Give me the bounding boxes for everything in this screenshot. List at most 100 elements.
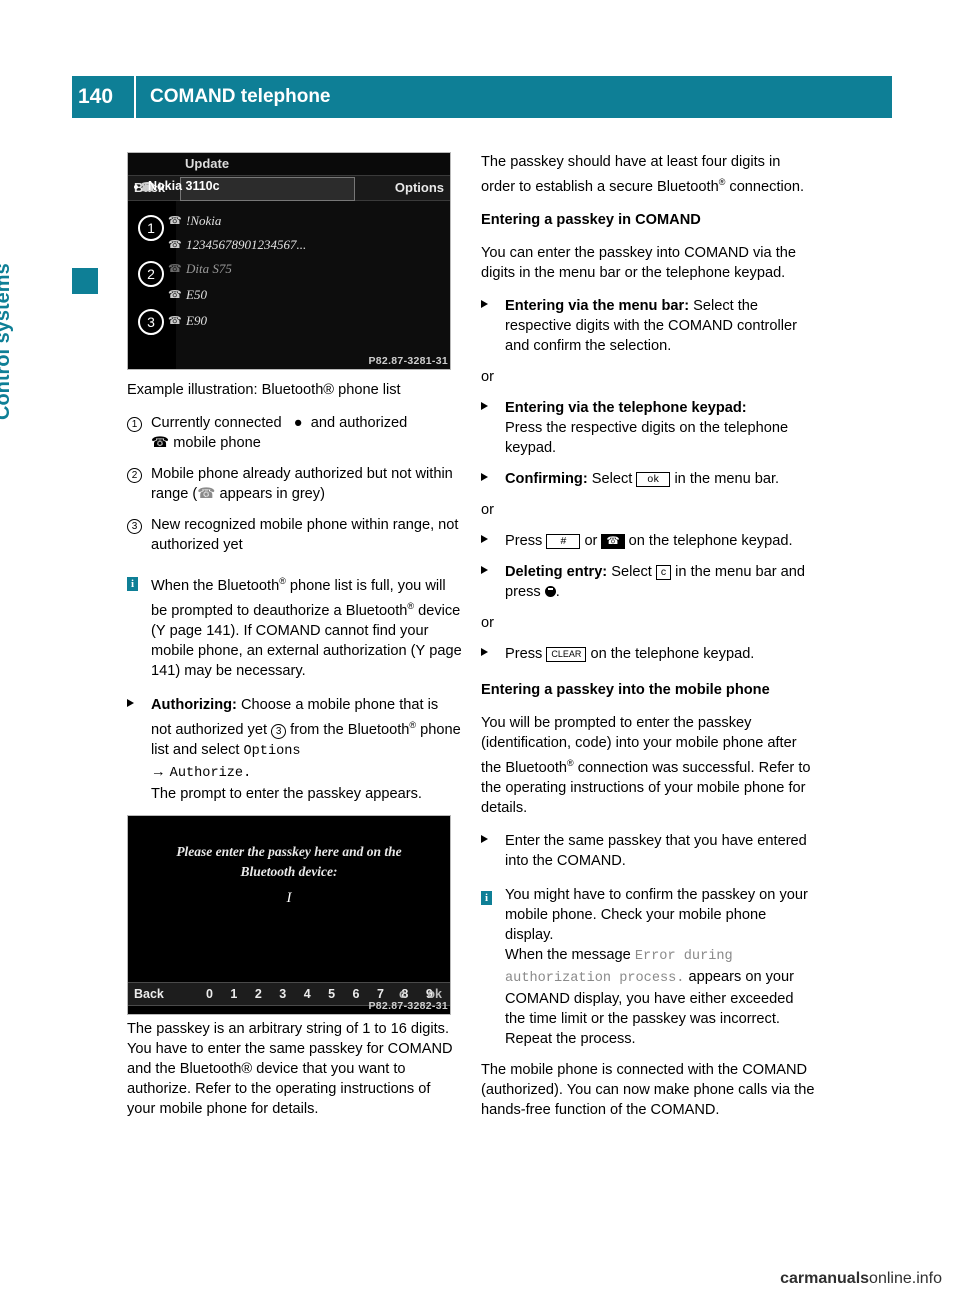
connected-dot-icon: ● bbox=[293, 415, 303, 431]
step-confirming-text: Confirming: Select ok in the menu bar. bbox=[505, 470, 780, 487]
figure-code: P82.87-3282-31 bbox=[368, 999, 448, 1012]
phone-list-item: ☎ E90 bbox=[168, 313, 207, 328]
info-icon: i bbox=[127, 571, 151, 681]
registered-mark: ® bbox=[409, 719, 417, 730]
or-separator: or bbox=[481, 614, 494, 631]
step-authorizing: Authorizing: Choose a mobile phone that … bbox=[127, 695, 462, 804]
legend-item-2: 2 Mobile phone already authorized but no… bbox=[127, 464, 462, 504]
bullet-triangle-icon bbox=[481, 562, 505, 602]
paragraph-connected: The mobile phone is connected with the C… bbox=[481, 1061, 815, 1118]
step-entering-menu-bar-text: Entering via the menu bar: Select the re… bbox=[505, 297, 797, 354]
note-block-1: i When the Bluetooth® phone list is full… bbox=[127, 571, 462, 681]
phone-list-item: ☎ !Nokia bbox=[168, 213, 222, 228]
call-key-icon: ☎ bbox=[601, 533, 625, 549]
bullet-triangle-icon bbox=[481, 296, 505, 356]
step-result-text: The prompt to enter the passkey appears. bbox=[151, 785, 422, 802]
step-press-hash: Press # or ☎ on the telephone keypad. bbox=[481, 531, 816, 551]
page-number: 140 bbox=[78, 85, 114, 108]
page-ref-icon: Y bbox=[415, 642, 426, 659]
step-press-clear: Press CLEAR on the telephone keypad. bbox=[481, 644, 816, 664]
phone-icon: ☎ bbox=[151, 435, 170, 451]
error-message-line1: Error during bbox=[634, 948, 733, 964]
legend-item-3: 3 New recognized mobile phone within ran… bbox=[127, 515, 462, 555]
heading-entering-passkey-mobile: Entering a passkey into the mobile phone bbox=[481, 681, 770, 698]
callout-ref-3: 3 bbox=[271, 723, 287, 739]
legend-item-1: 1 Currently connected ● and authorized ☎… bbox=[127, 413, 462, 453]
bullet-triangle-icon bbox=[481, 831, 505, 871]
callout-3: 3 bbox=[138, 309, 164, 335]
hash-key-icon: # bbox=[546, 533, 581, 549]
arrow-icon: → bbox=[151, 763, 166, 780]
paragraph-enter-passkey: You can enter the passkey into COMAND vi… bbox=[481, 244, 797, 281]
section-marker bbox=[72, 268, 98, 294]
watermark-bold: carmanuals bbox=[780, 1270, 870, 1287]
intro-paragraph: The passkey should have at least four di… bbox=[481, 154, 805, 195]
note-text-2: You might have to confirm the passkey on… bbox=[505, 886, 808, 1047]
bullet-triangle-icon bbox=[481, 469, 505, 489]
phone-small-icon: ☎ bbox=[168, 215, 182, 227]
registered-mark: ® bbox=[567, 757, 574, 768]
bullet-triangle-icon bbox=[481, 531, 505, 551]
connected-dot-icon bbox=[134, 185, 138, 189]
watermark: carmanualsonline.info bbox=[780, 1270, 942, 1288]
step-entering-keypad-text: Entering via the telephone keypad: Press… bbox=[505, 399, 789, 456]
legend-text-3: New recognized mobile phone within range… bbox=[151, 517, 459, 553]
phone-icon-grey: ☎ bbox=[197, 486, 216, 502]
figure-caption: Example illustration: Bluetooth® phone l… bbox=[127, 380, 462, 400]
figure-caption-text: Example illustration: Bluetooth® phone l… bbox=[127, 382, 401, 398]
ok-key: ok bbox=[427, 986, 442, 1001]
ok-key-icon: ok bbox=[636, 471, 671, 487]
error-message-line2: authorization process. bbox=[505, 970, 685, 986]
paragraph-mobile-passkey: You will be prompted to enter the passke… bbox=[481, 714, 811, 816]
registered-mark: ® bbox=[279, 576, 286, 586]
phone-list-item: ☎ 12345678901234567... bbox=[168, 237, 307, 252]
figure-code: P82.87-3281-31 bbox=[368, 355, 448, 367]
screen-back-button: Back bbox=[134, 986, 164, 1001]
right-column: The passkey should have at least four di… bbox=[481, 152, 816, 1133]
phone-small-icon: ☎ bbox=[168, 239, 182, 251]
page-header: 140 COMAND telephone bbox=[72, 76, 892, 118]
step-deleting-entry-text: Deleting entry: Select c in the menu bar… bbox=[505, 563, 805, 600]
screen-options-button: Options bbox=[394, 180, 444, 195]
step-enter-same-passkey-text: Enter the same passkey that you have ent… bbox=[505, 832, 807, 869]
heading-entering-passkey-comand: Entering a passkey in COMAND bbox=[481, 211, 701, 228]
section-label: Control systems bbox=[0, 263, 14, 420]
bullet-triangle-icon bbox=[481, 398, 505, 458]
screen-title: Update bbox=[185, 156, 230, 171]
passkey-prompt-line1: Please enter the passkey here and on the bbox=[176, 843, 402, 859]
screen-selected-entry: Nokia 3110c bbox=[148, 179, 220, 193]
watermark-rest: online.info bbox=[869, 1270, 942, 1287]
legend-marker-3: 3 bbox=[127, 515, 151, 555]
step-authorizing-text: Authorizing: Choose a mobile phone that … bbox=[151, 696, 461, 802]
c-key-icon: c bbox=[655, 564, 672, 580]
passkey-prompt-line2: Bluetooth device: bbox=[240, 863, 338, 879]
step-entering-keypad: Entering via the telephone keypad: Press… bbox=[481, 398, 816, 458]
legend-marker-2: 2 bbox=[127, 464, 151, 504]
menu-authorize-text: Authorize. bbox=[169, 765, 252, 781]
passkey-entry-screenshot: Please enter the passkey here and on the… bbox=[127, 814, 451, 1015]
step-press-clear-text: Press CLEAR on the telephone keypad. bbox=[505, 645, 755, 662]
clear-key: c bbox=[399, 986, 406, 1001]
phone-list-item: ☎ E50 bbox=[168, 287, 207, 302]
controller-knob-icon bbox=[544, 585, 556, 597]
or-separator: or bbox=[481, 368, 494, 385]
bullet-triangle-icon bbox=[481, 644, 505, 664]
legend-text-2: Mobile phone already authorized but not … bbox=[151, 466, 453, 502]
step-enter-same-passkey: Enter the same passkey that you have ent… bbox=[481, 831, 816, 871]
step-confirming: Confirming: Select ok in the menu bar. bbox=[481, 469, 816, 489]
phone-list-item: ☎ Dita S75 bbox=[168, 261, 232, 276]
bluetooth-phone-list-screenshot: Update Back ☎ Nokia 3110c Options 1 2 3 … bbox=[127, 152, 451, 370]
step-deleting-entry: Deleting entry: Select c in the menu bar… bbox=[481, 562, 816, 602]
or-separator: or bbox=[481, 501, 494, 518]
phone-small-icon: ☎ bbox=[168, 289, 182, 301]
legend-marker-1: 1 bbox=[127, 413, 151, 453]
callout-1: 1 bbox=[138, 215, 164, 241]
menu-options-text: Options bbox=[243, 743, 301, 759]
passkey-description: The passkey is an arbitrary string of 1 … bbox=[127, 1020, 453, 1117]
info-icon: i bbox=[481, 885, 505, 1049]
screen-menu-bar: Back ☎ Nokia 3110c Options bbox=[128, 175, 450, 201]
clear-key-icon: CLEAR bbox=[546, 646, 587, 662]
note-text-1: When the Bluetooth® phone list is full, … bbox=[151, 576, 462, 679]
step-entering-menu-bar: Entering via the menu bar: Select the re… bbox=[481, 296, 816, 356]
screen-phone-list: ☎ !Nokia ☎ 12345678901234567... ☎ Dita S75 … bbox=[168, 201, 450, 369]
